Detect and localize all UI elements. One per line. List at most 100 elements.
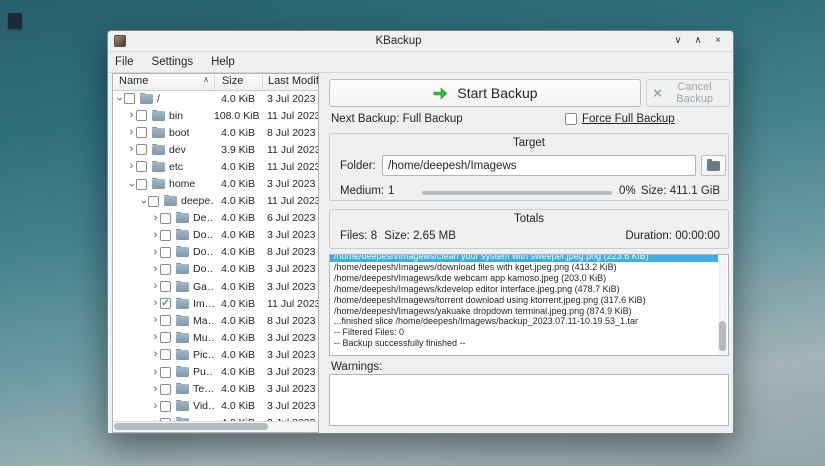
tree-row[interactable]: › Do… 4.0 KiB 3 Jul 2023 1 (113, 227, 318, 244)
column-header-modified[interactable]: Last Modifi (268, 75, 318, 87)
log-line[interactable]: /home/deepesh/Imagews/yakuake dropdown t… (330, 306, 718, 317)
expander-icon[interactable]: › (151, 214, 160, 223)
folder-name[interactable]: Ga… (193, 281, 214, 293)
row-checkbox[interactable] (160, 281, 171, 292)
folder-name[interactable]: etc (169, 161, 183, 173)
row-checkbox[interactable] (160, 213, 171, 224)
tree-row[interactable]: › Do… 4.0 KiB 3 Jul 2023 2 (113, 261, 318, 278)
folder-name[interactable]: / (157, 93, 160, 105)
log-output[interactable]: /home/deepesh/Imagews/clean your system … (329, 254, 729, 356)
maximize-icon[interactable]: ∧ (691, 34, 705, 48)
tree-row[interactable]: › Te… 4.0 KiB 3 Jul 2023 1 (113, 381, 318, 398)
tree-row[interactable]: › Ga… 4.0 KiB 3 Jul 2023 2 (113, 278, 318, 295)
tree-row[interactable]: › Do… 4.0 KiB 8 Jul 2023 0 (113, 244, 318, 261)
tree-row[interactable]: › Pic… 4.0 KiB 3 Jul 2023 2 (113, 346, 318, 363)
tree-row[interactable]: › Pu… 4.0 KiB 3 Jul 2023 1 (113, 364, 318, 381)
folder-name[interactable]: Ma… (193, 315, 214, 327)
tree-row[interactable]: › Ma… 4.0 KiB 8 Jul 2023 0 (113, 312, 318, 329)
folder-name[interactable]: bin (169, 110, 183, 122)
row-checkbox[interactable] (160, 401, 171, 412)
expander-icon[interactable]: › (151, 231, 160, 240)
warnings-box[interactable] (329, 374, 729, 426)
row-checkbox[interactable] (160, 247, 171, 258)
start-backup-button[interactable]: Start Backup (329, 79, 641, 107)
menu-file[interactable]: File (108, 56, 143, 68)
log-line[interactable]: -- Backup successfully finished -- (330, 338, 718, 349)
expander-icon[interactable]: › (151, 316, 160, 325)
folder-name[interactable]: deepe… (181, 195, 214, 207)
medium-capacity-bar[interactable] (422, 191, 612, 195)
expander-icon[interactable]: › (151, 368, 160, 377)
row-checkbox[interactable] (136, 161, 147, 172)
expander-icon[interactable]: › (151, 350, 160, 359)
row-checkbox[interactable] (160, 332, 171, 343)
tree-row[interactable]: › home 4.0 KiB 3 Jul 2023 1 (113, 175, 318, 192)
close-icon[interactable]: × (711, 34, 725, 48)
tree-row[interactable]: › ✓ Im… 4.0 KiB 11 Jul 2023 (113, 295, 318, 312)
folder-name[interactable]: Pic… (193, 349, 214, 361)
column-divider[interactable] (214, 75, 215, 89)
tree-row[interactable]: › bin 108.0 KiB 11 Jul 2023 (113, 107, 318, 124)
column-header-name[interactable]: Name (119, 75, 148, 87)
titlebar[interactable]: KBackup ∨ ∧ × (108, 31, 733, 52)
tree-row[interactable]: › / 4.0 KiB 3 Jul 2023 1 (113, 90, 318, 107)
tree-row[interactable]: › De… 4.0 KiB 6 Jul 2023 1 (113, 210, 318, 227)
tree-row[interactable]: › etc 4.0 KiB 11 Jul 2023 (113, 158, 318, 175)
expander-icon[interactable]: › (127, 162, 136, 171)
checkbox-icon[interactable] (565, 113, 577, 125)
row-checkbox[interactable] (124, 93, 135, 104)
folder-input[interactable] (382, 155, 696, 176)
row-checkbox[interactable] (160, 264, 171, 275)
folder-name[interactable]: dev (169, 144, 186, 156)
row-checkbox[interactable]: ✓ (160, 298, 171, 309)
column-divider[interactable] (262, 75, 263, 89)
expander-icon[interactable]: › (151, 299, 160, 308)
expander-icon[interactable]: › (127, 111, 136, 120)
expander-icon[interactable]: › (139, 197, 148, 206)
row-checkbox[interactable] (136, 110, 147, 121)
expander-icon[interactable]: › (151, 282, 160, 291)
minimize-icon[interactable]: ∨ (671, 34, 685, 48)
menu-settings[interactable]: Settings (143, 56, 203, 68)
expander-icon[interactable]: › (127, 128, 136, 137)
log-line[interactable]: /home/deepesh/Imagews/download files wit… (330, 262, 718, 273)
force-full-backup-checkbox[interactable]: Force Full Backup (565, 113, 675, 125)
column-header-size[interactable]: Size (222, 75, 243, 87)
tree-row[interactable]: › deepe… 4.0 KiB 11 Jul 2023 (113, 193, 318, 210)
tree-row[interactable]: › Vid… 4.0 KiB 3 Jul 2023 1 (113, 398, 318, 415)
folder-name[interactable]: Do… (193, 263, 214, 275)
expander-icon[interactable]: › (115, 94, 124, 103)
tree-horizontal-scrollbar[interactable] (113, 421, 318, 432)
folder-name[interactable]: Do… (193, 246, 214, 258)
row-checkbox[interactable] (136, 127, 147, 138)
cancel-backup-button[interactable]: Cancel Backup (646, 79, 730, 107)
log-line[interactable]: -- Filtered Files: 0 (330, 327, 718, 338)
tree-row[interactable]: › dev 3.9 KiB 11 Jul 2023 (113, 141, 318, 158)
folder-name[interactable]: Im… (193, 298, 214, 310)
row-checkbox[interactable] (160, 384, 171, 395)
row-checkbox[interactable] (148, 196, 159, 207)
expander-icon[interactable]: › (151, 333, 160, 342)
desktop-shortcut-icon[interactable] (8, 13, 22, 29)
folder-name[interactable]: Do… (193, 229, 214, 241)
expander-icon[interactable]: › (151, 385, 160, 394)
log-line[interactable]: /home/deepesh/Imagews/kde webcam app kam… (330, 273, 718, 284)
menu-help[interactable]: Help (202, 56, 244, 68)
folder-name[interactable]: boot (169, 127, 189, 139)
folder-name[interactable]: home (169, 178, 195, 190)
expander-icon[interactable]: › (127, 145, 136, 154)
browse-folder-button[interactable] (701, 155, 726, 176)
row-checkbox[interactable] (160, 230, 171, 241)
row-checkbox[interactable] (160, 315, 171, 326)
log-line[interactable]: /home/deepesh/Imagews/kdevelop editor in… (330, 284, 718, 295)
row-checkbox[interactable] (136, 144, 147, 155)
log-line[interactable]: ...finished slice /home/deepesh/Imagews/… (330, 316, 718, 327)
log-line[interactable]: /home/deepesh/Imagews/torrent download u… (330, 295, 718, 306)
expander-icon[interactable]: › (127, 180, 136, 189)
scrollbar-handle[interactable] (719, 321, 726, 351)
folder-name[interactable]: Mu… (193, 332, 214, 344)
folder-name[interactable]: Pu… (193, 366, 214, 378)
row-checkbox[interactable] (160, 349, 171, 360)
expander-icon[interactable]: › (151, 265, 160, 274)
row-checkbox[interactable] (136, 179, 147, 190)
